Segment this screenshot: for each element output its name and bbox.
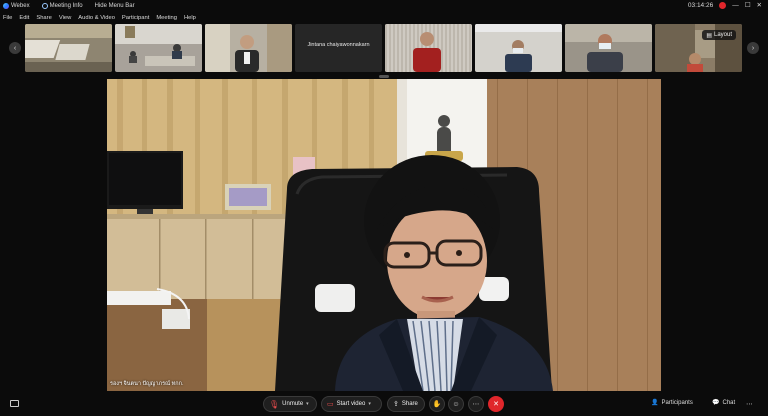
menu-file[interactable]: File bbox=[3, 15, 12, 21]
unmute-button[interactable]: 🎙 Unmute ▾ bbox=[263, 396, 317, 412]
participants-button[interactable]: 👤 Participants bbox=[651, 399, 693, 407]
layout-button[interactable]: ▤ Layout bbox=[702, 30, 736, 40]
start-video-button[interactable]: ▭ Start video ▾ bbox=[321, 396, 382, 412]
menu-meeting[interactable]: Meeting bbox=[156, 15, 177, 21]
filmstrip-prev-icon[interactable]: ‹ bbox=[9, 42, 21, 54]
title-right-area: 03:14:26 — ☐ ✕ bbox=[688, 1, 762, 9]
webex-window: Webex Meeting Info Hide Menu Bar 03:14:2… bbox=[0, 0, 768, 416]
app-title: Webex bbox=[3, 3, 30, 9]
participant-tile-3[interactable] bbox=[205, 24, 292, 72]
participant-tile-8[interactable]: ▤ Layout bbox=[655, 24, 742, 72]
hide-menu-bar-label: Hide Menu Bar bbox=[94, 3, 135, 9]
hide-menu-bar-button[interactable]: Hide Menu Bar bbox=[95, 3, 135, 9]
hand-icon: ✋ bbox=[432, 401, 442, 408]
maximize-icon[interactable]: ☐ bbox=[745, 1, 751, 9]
chevron-down-icon[interactable]: ▾ bbox=[306, 401, 309, 407]
smiley-icon: ☺ bbox=[452, 400, 460, 408]
title-bar: Webex Meeting Info Hide Menu Bar 03:14:2… bbox=[0, 0, 768, 12]
close-icon: ✕ bbox=[493, 401, 499, 408]
chat-label: Chat bbox=[722, 399, 736, 406]
more-options-button[interactable]: ⋯ bbox=[468, 396, 484, 412]
app-name: Webex bbox=[11, 3, 30, 9]
menu-share[interactable]: Share bbox=[36, 15, 51, 21]
minimize-icon[interactable]: — bbox=[732, 2, 739, 9]
share-button[interactable]: ⇪ Share bbox=[387, 396, 425, 412]
close-icon[interactable]: ✕ bbox=[757, 1, 762, 9]
chevron-down-icon[interactable]: ▾ bbox=[368, 401, 371, 407]
raise-hand-button[interactable]: ✋ bbox=[429, 396, 445, 412]
more-panels-icon[interactable]: ⋯ bbox=[746, 400, 753, 408]
start-video-label: Start video bbox=[336, 401, 366, 407]
filmstrip-next-icon[interactable]: › bbox=[747, 42, 759, 54]
more-icon: ⋯ bbox=[472, 401, 480, 408]
speaker-video-frame bbox=[107, 79, 661, 391]
unmute-label: Unmute bbox=[282, 401, 304, 407]
share-icon: ⇪ bbox=[393, 401, 399, 408]
info-icon bbox=[41, 3, 48, 9]
video-thumbnail-2 bbox=[115, 24, 202, 72]
participant-filmstrip: ‹ Jintana chaiyawonnakarn ▤ Layout › bbox=[0, 23, 768, 75]
participant-tile-6[interactable] bbox=[475, 24, 562, 72]
menu-help[interactable]: Help bbox=[184, 15, 196, 21]
leave-meeting-button[interactable]: ✕ bbox=[488, 396, 504, 412]
meeting-controls-bar: 🎙 Unmute ▾ ▭ Start video ▾ ⇪ Share ✋ ☺ ⋯… bbox=[0, 394, 768, 414]
active-speaker-video[interactable]: รองฯ จินตนา ปัญญาภรณ์ ทกก. bbox=[107, 79, 661, 391]
participant-tile-1[interactable] bbox=[25, 24, 112, 72]
share-label: Share bbox=[401, 401, 418, 407]
speaker-name-label: รองฯ จินตนา ปัญญาภรณ์ ทกก. bbox=[110, 381, 184, 387]
menu-view[interactable]: View bbox=[59, 15, 71, 21]
video-thumbnail-1 bbox=[25, 24, 112, 72]
participants-label: Participants bbox=[661, 399, 693, 406]
filmstrip-resize-handle[interactable] bbox=[379, 75, 389, 78]
chat-button[interactable]: 💬 Chat bbox=[712, 399, 736, 407]
menu-edit[interactable]: Edit bbox=[19, 15, 29, 21]
layout-label: Layout bbox=[713, 32, 732, 38]
menu-participant[interactable]: Participant bbox=[122, 15, 149, 21]
captions-icon[interactable] bbox=[10, 400, 19, 407]
record-icon[interactable] bbox=[719, 1, 727, 9]
meeting-info-button[interactable]: Meeting Info bbox=[41, 3, 83, 9]
participants-icon: 👤 bbox=[651, 400, 659, 406]
muted-microphone-icon: 🎙 bbox=[269, 399, 280, 409]
video-thumbnail-7 bbox=[565, 24, 652, 72]
menu-audio-video[interactable]: Audio & Video bbox=[78, 15, 115, 21]
chat-icon: 💬 bbox=[712, 400, 720, 406]
participant-tile-2[interactable] bbox=[115, 24, 202, 72]
menu-bar: File Edit Share View Audio & Video Parti… bbox=[0, 12, 196, 23]
meeting-info-label: Meeting Info bbox=[49, 3, 83, 9]
webex-logo-icon bbox=[3, 3, 9, 9]
layout-icon: ▤ bbox=[706, 32, 712, 39]
meeting-timer: 03:14:26 bbox=[687, 1, 714, 9]
participant-tile-4[interactable]: Jintana chaiyawonnakarn bbox=[295, 24, 382, 72]
reactions-button[interactable]: ☺ bbox=[448, 396, 464, 412]
video-thumbnail-6 bbox=[475, 24, 562, 72]
video-off-icon: ▭ bbox=[327, 401, 334, 408]
participant-tile-7[interactable] bbox=[565, 24, 652, 72]
participant-name-4: Jintana chaiyawonnakarn bbox=[307, 42, 370, 48]
video-thumbnail-3 bbox=[205, 24, 292, 72]
participant-tile-5[interactable] bbox=[385, 24, 472, 72]
video-thumbnail-5 bbox=[385, 24, 472, 72]
